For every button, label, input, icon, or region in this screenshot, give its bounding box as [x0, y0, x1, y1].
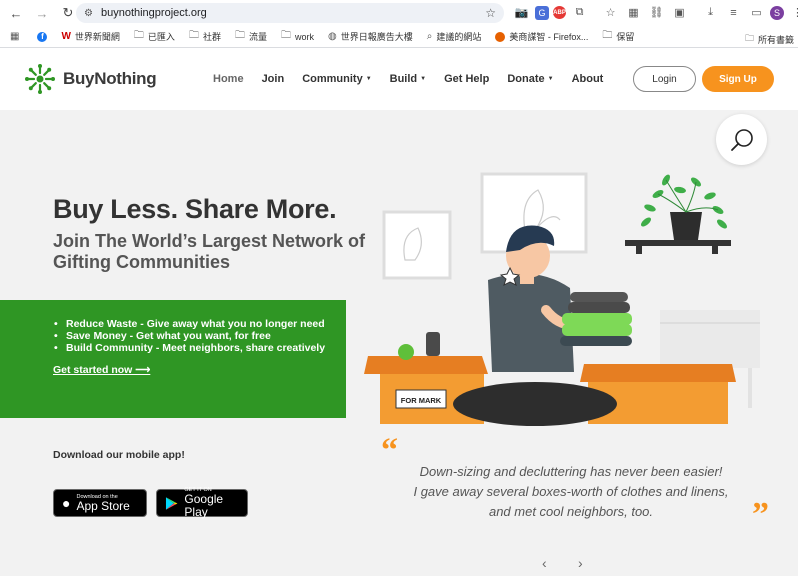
- bookmark-facebook[interactable]: f: [37, 31, 48, 42]
- nav-join[interactable]: Join: [262, 73, 285, 85]
- tab-search-icon[interactable]: ▭: [747, 3, 766, 22]
- apps-icon[interactable]: ▦: [10, 31, 19, 42]
- box-label: FOR MARK: [401, 396, 442, 405]
- folder-icon: 🗀: [133, 30, 144, 41]
- google-play-button[interactable]: GET IT ON Google Play: [156, 487, 248, 519]
- caret-down-icon: ▼: [365, 76, 372, 82]
- carousel-prev-icon[interactable]: ‹: [542, 555, 547, 571]
- url-text[interactable]: buynothingproject.org: [101, 7, 207, 19]
- carousel-next-icon[interactable]: ›: [578, 555, 583, 571]
- benefit-item: Build Community - Meet neighbors, share …: [54, 342, 325, 354]
- folder-icon: 🗀: [602, 30, 613, 41]
- extensions-area: 📷 G ABP ⧉ ☆ ▦ ⛓ ▣ ⤓ ≡ ▭ S ⋮: [512, 3, 798, 22]
- benefit-item: Save Money - Get what you want, for free: [54, 330, 325, 342]
- google-play-icon: [165, 496, 178, 510]
- worldjournal-icon: W: [61, 31, 71, 42]
- testimonial-line: Down-sizing and decluttering has never b…: [419, 464, 723, 479]
- get-started-link[interactable]: Get started now ⟶: [53, 364, 150, 376]
- bookmark-folder-keep[interactable]: 🗀 保留: [602, 28, 634, 45]
- extensions-icon[interactable]: ⧉: [570, 3, 589, 22]
- bookmarks-bar: ▦ f W 世界新聞網 🗀 已匯入 🗀 社群 🗀 流量 🗀 work ◍ 世界日報廣告大樓 …: [0, 26, 798, 48]
- back-icon[interactable]: ←: [6, 3, 26, 23]
- adblock-icon[interactable]: ABP: [553, 6, 566, 19]
- hero-illustration: FOR MARK: [364, 172, 760, 426]
- download-app-label: Download our mobile app!: [53, 449, 185, 461]
- bookmark-folder-traffic[interactable]: 🗀 流量: [235, 28, 267, 45]
- hero-headline: Buy Less. Share More.: [53, 194, 337, 224]
- search-button[interactable]: [716, 114, 767, 165]
- profile-avatar[interactable]: S: [770, 5, 784, 20]
- firefox-icon: [495, 31, 506, 42]
- apple-icon: ●: [62, 495, 71, 511]
- site-settings-icon[interactable]: ⚙: [84, 8, 93, 19]
- nav-donate[interactable]: Donate ▼: [507, 73, 553, 85]
- testimonial-quote: Down-sizing and decluttering has never b…: [390, 462, 752, 522]
- buynothing-logo-icon: [25, 64, 55, 94]
- download-icon[interactable]: ⤓: [701, 3, 720, 22]
- brand-name: BuyNothing: [63, 69, 157, 88]
- search-icon: [730, 128, 753, 151]
- benefits-list: Reduce Waste - Give away what you no lon…: [54, 318, 325, 354]
- login-button[interactable]: Login: [633, 66, 696, 92]
- bookmark-manager-icon[interactable]: ☆: [601, 3, 620, 22]
- bookmark-folder-work[interactable]: 🗀 work: [281, 28, 314, 45]
- menu-icon[interactable]: ⋮: [788, 3, 798, 22]
- testimonial-line: I gave away several boxes-worth of cloth…: [413, 484, 729, 499]
- nav-community[interactable]: Community ▼: [302, 73, 371, 85]
- grid-icon[interactable]: ▦: [624, 3, 643, 22]
- nav-home[interactable]: Home: [213, 73, 244, 85]
- folder-icon: 🗀: [280, 30, 291, 41]
- brand-logo[interactable]: BuyNothing: [25, 64, 157, 94]
- caret-down-icon: ▼: [547, 76, 554, 82]
- bookmark-star-icon[interactable]: ☆: [485, 6, 496, 20]
- nav-get-help[interactable]: Get Help: [444, 73, 489, 85]
- cast-icon[interactable]: ▣: [670, 3, 689, 22]
- facebook-icon: f: [37, 31, 48, 42]
- all-bookmarks[interactable]: 🗀 所有書籤: [745, 31, 794, 47]
- hero-subheadline: Join The World’s Largest Network of Gift…: [53, 231, 366, 272]
- browser-toolbar: ← → ↻ ⚙ buynothingproject.org ☆ 📷 G ABP …: [0, 0, 798, 26]
- main-nav: Home Join Community ▼ Build ▼ Get Help Don…: [213, 73, 621, 85]
- forward-icon[interactable]: →: [32, 3, 52, 23]
- search-icon: ⌕: [426, 31, 433, 42]
- nav-build[interactable]: Build ▼: [390, 73, 426, 85]
- folder-icon: 🗀: [744, 33, 754, 43]
- benefits-box: Reduce Waste - Give away what you no lon…: [0, 300, 346, 418]
- folder-icon: 🗀: [234, 30, 245, 41]
- quote-close-icon: ”: [752, 496, 769, 533]
- testimonial-line: and met cool neighbors, too.: [488, 504, 654, 519]
- bookmark-firefox[interactable]: 美商謀智 - Firefox...: [495, 30, 588, 43]
- reload-icon[interactable]: ↻: [58, 3, 78, 23]
- translate-icon[interactable]: G: [535, 5, 549, 20]
- hero-section: Buy Less. Share More. Join The World’s L…: [0, 110, 798, 576]
- bookmark-folder-social[interactable]: 🗀 社群: [189, 28, 221, 45]
- nav-about[interactable]: About: [572, 73, 604, 85]
- signup-button[interactable]: Sign Up: [702, 66, 774, 92]
- media-icon[interactable]: ≡: [724, 3, 743, 22]
- folder-icon: 🗀: [188, 30, 199, 41]
- caret-down-icon: ▼: [420, 76, 427, 82]
- app-store-button[interactable]: ● Download on the App Store: [53, 489, 147, 517]
- benefit-item: Reduce Waste - Give away what you no lon…: [54, 318, 325, 330]
- globe-icon: ◍: [327, 31, 337, 42]
- bookmark-suggested[interactable]: ⌕ 建議的網站: [427, 30, 482, 43]
- link-icon[interactable]: ⛓: [647, 3, 666, 22]
- camera-icon[interactable]: 📷: [512, 3, 531, 22]
- bookmark-ad-building[interactable]: ◍ 世界日報廣告大樓: [328, 30, 413, 43]
- bookmark-folder-imported[interactable]: 🗀 已匯入: [134, 28, 175, 45]
- address-bar[interactable]: ⚙ buynothingproject.org ☆: [76, 3, 504, 23]
- bookmark-worldjournal[interactable]: W 世界新聞網: [61, 30, 119, 43]
- site-header: BuyNothing Home Join Community ▼ Build ▼ G…: [0, 48, 798, 110]
